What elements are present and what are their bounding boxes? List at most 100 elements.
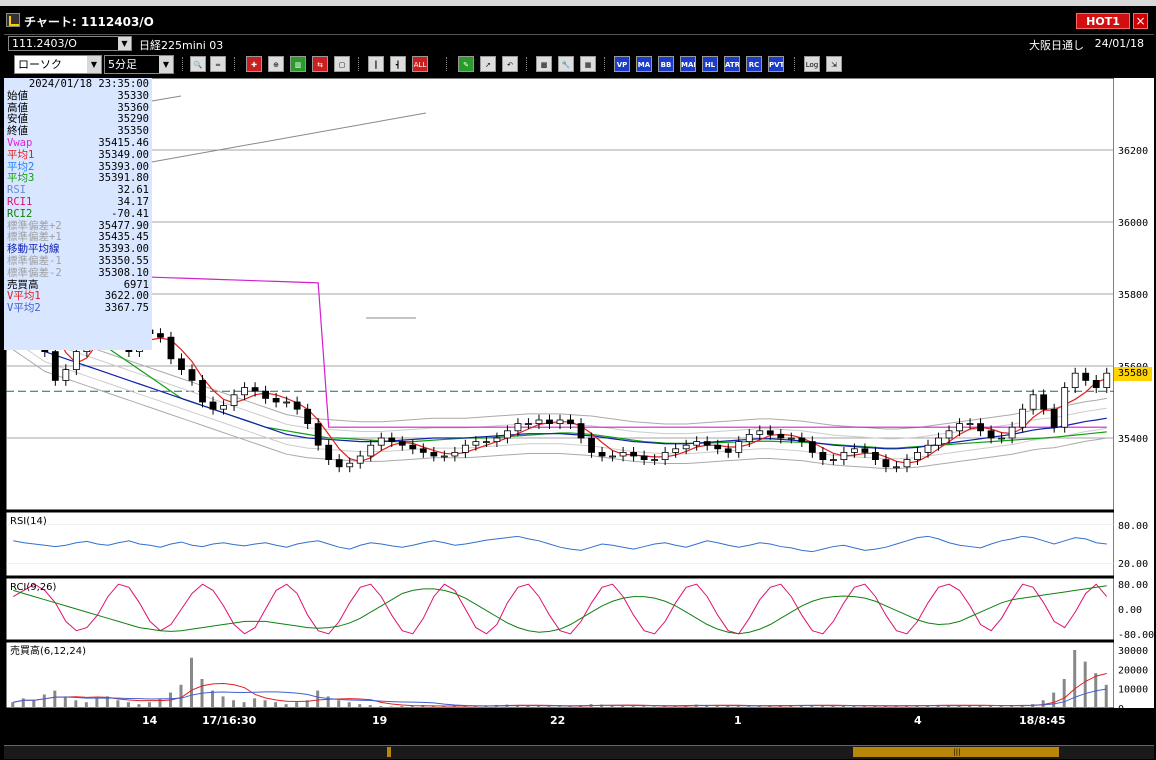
candle-body [724,448,732,453]
cursor-icon[interactable]: ✚ [246,56,262,72]
log-button[interactable]: Log [804,56,820,72]
horizontal-scrollbar[interactable]: ||| [4,745,1154,759]
hot-button[interactable]: HOT1 [1076,13,1130,29]
candle-body [525,423,532,426]
candle-body [1071,372,1079,389]
candle-body [609,455,616,458]
volume-bar [11,702,15,708]
volume-bar [536,706,540,708]
x-axis-label: 1 [734,714,742,727]
undo-icon[interactable]: ↶ [502,56,518,72]
zoom-icon[interactable]: 🔍 [190,56,206,72]
market-name: 大阪日通し [1029,39,1084,52]
volume-bar [999,706,1003,708]
volume-bar [74,700,78,708]
zoom-chart-icon[interactable]: ⊕ [268,56,284,72]
candle-body [829,459,837,462]
candle-body [440,455,448,458]
export-icon[interactable]: ⇲ [826,56,842,72]
chart-canvas[interactable]: 362003600035800356003540080.0020.00RSI(1… [6,78,1154,710]
bar-icon[interactable]: ┫ [390,56,406,72]
rci-panel-label: RCI(9,26) [10,582,57,593]
candle-body [872,451,879,460]
volume-bar [652,706,656,708]
color-palette-icon[interactable]: ▦ [580,56,596,72]
volume-bar [284,704,288,708]
volume-bar [137,704,141,708]
candle-body [598,451,606,457]
grip-icon[interactable]: ||| [952,747,962,757]
candle-body [840,451,848,460]
candle-body [1040,394,1048,410]
rci-axis-label: 80.00 [1118,580,1148,591]
vp-button[interactable]: VP [614,56,630,72]
volume-bar [736,706,740,708]
lock-icon[interactable]: ▢ [334,56,350,72]
symbol-code: 111.2403/O [12,37,77,50]
info-label: Vwap [7,136,33,149]
info-value: 35349.00 [98,148,149,161]
candle-body [861,448,869,453]
candle-body [914,451,921,460]
pvt-button[interactable]: PVT [768,56,784,72]
rc-button[interactable]: RC [746,56,762,72]
chevron-down-icon[interactable]: ▼ [87,56,101,73]
bar-view-icon[interactable]: ▥ [290,56,306,72]
candle-body [461,444,469,453]
volume-bar [126,702,130,708]
candle-body [72,351,80,371]
candle-icon[interactable]: ┃ [368,56,384,72]
volume-bar [316,690,320,708]
info-value: 3367.75 [104,302,149,315]
candle-body [798,437,806,442]
split-view-icon[interactable]: ⇆ [312,56,328,72]
volume-bar [42,694,46,708]
close-button[interactable]: × [1133,13,1148,29]
x-axis-label: 19 [372,714,388,727]
info-label: 始値 [7,89,28,102]
volume-bar [1062,679,1066,708]
candle-body [567,419,574,424]
ruler-icon[interactable]: ═ [210,56,226,72]
candle-body [672,448,680,453]
chevron-down-icon[interactable]: ▼ [118,37,131,50]
rci-axis-label: 0.00 [1118,605,1142,616]
info-value: 34.17 [117,195,149,208]
x-axis-divider [6,708,1154,710]
price-axis-label: 36200 [1118,146,1148,157]
candle-body [882,459,890,468]
candle-body [577,423,585,439]
mae-button[interactable]: MAE [680,56,696,72]
candle-body [977,423,984,432]
toolbar-separator [182,57,184,71]
volume-bar [211,690,215,708]
candle-body [367,444,375,457]
candle-body [556,419,564,424]
pen-icon[interactable]: ✎ [458,56,474,72]
wrench-icon[interactable]: 🔧 [558,56,574,72]
volume-bar [452,706,456,708]
chevron-down-icon[interactable]: ▼ [159,56,173,73]
all-button[interactable]: ALL [412,56,428,72]
interval-select[interactable]: 5分足 ▼ [104,55,174,74]
candle-body [504,430,511,439]
toolbar-separator [358,57,360,71]
scroll-left-handle[interactable] [387,747,391,757]
volume-bar [547,706,551,708]
volume-bar [147,702,151,708]
candle-body [377,437,385,446]
rsi-panel-label: RSI(14) [10,516,47,527]
hl-button[interactable]: HL [702,56,718,72]
ma-button[interactable]: MA [636,56,652,72]
info-row: RCI1 34.17 [7,195,149,209]
rsi-axis-label: 20.00 [1118,559,1148,570]
chart-type-select[interactable]: ローソク ▼ [14,55,102,74]
volume-bar [747,706,751,708]
symbol-select[interactable]: 111.2403/O ▼ [8,36,132,51]
candle-body [777,433,785,439]
volume-bar [841,705,845,708]
bb-button[interactable]: BB [658,56,674,72]
pointer-icon[interactable]: ➚ [480,56,496,72]
pattern-icon[interactable]: ▩ [536,56,552,72]
atr-button[interactable]: ATR [724,56,740,72]
